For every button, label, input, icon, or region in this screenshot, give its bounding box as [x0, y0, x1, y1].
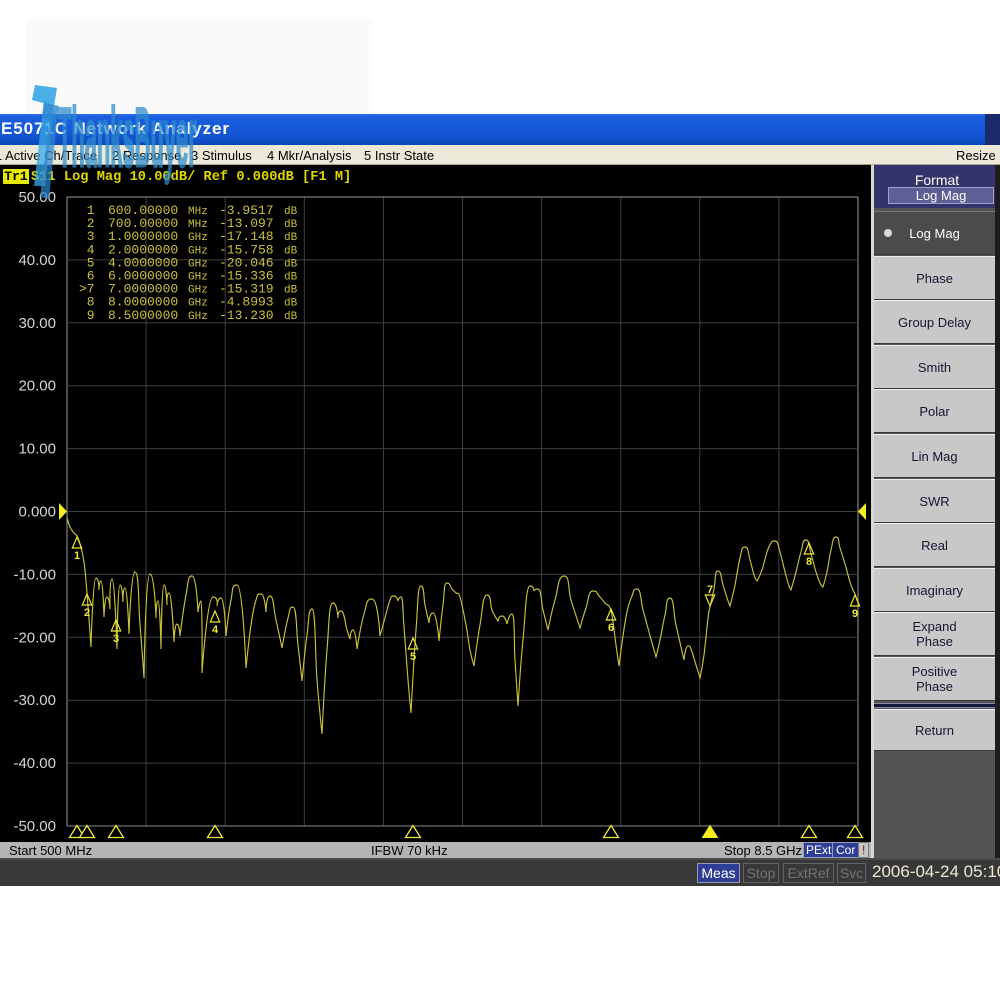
svg-text:GHz: GHz — [188, 298, 208, 310]
svg-text:1: 1 — [74, 550, 80, 562]
svg-text:GHz: GHz — [188, 311, 208, 323]
svg-text:dB: dB — [284, 219, 298, 231]
svg-text:10.00: 10.00 — [18, 441, 56, 458]
svg-text:-20.00: -20.00 — [13, 629, 56, 646]
svg-text:GHz: GHz — [188, 285, 208, 297]
svg-text:30.00: 30.00 — [18, 315, 56, 332]
svg-text:2: 2 — [84, 607, 90, 619]
svg-text:9: 9 — [79, 308, 95, 323]
svg-text:MHz: MHz — [188, 206, 208, 218]
svg-text:GHz: GHz — [188, 258, 208, 270]
svg-text:0.000: 0.000 — [18, 504, 56, 521]
svg-text:5: 5 — [410, 651, 416, 663]
svg-text:-40.00: -40.00 — [13, 755, 56, 772]
svg-text:dB: dB — [284, 258, 298, 270]
svg-text:3: 3 — [113, 633, 119, 645]
svg-text:-13.230: -13.230 — [219, 308, 274, 323]
svg-text:dB: dB — [284, 272, 298, 284]
svg-text:dB: dB — [284, 245, 298, 257]
svg-text:40.00: 40.00 — [18, 252, 56, 269]
svg-text:GHz: GHz — [188, 245, 208, 257]
svg-text:dB: dB — [284, 311, 298, 323]
svg-text:8: 8 — [806, 556, 812, 568]
svg-text:dB: dB — [284, 232, 298, 244]
svg-text:GHz: GHz — [188, 232, 208, 244]
svg-text:4: 4 — [212, 624, 219, 636]
svg-text:GHz: GHz — [188, 272, 208, 284]
svg-text:9: 9 — [852, 608, 858, 620]
svg-text:8.5000000: 8.5000000 — [108, 308, 178, 323]
svg-text:20.00: 20.00 — [18, 378, 56, 395]
svg-text:50.00: 50.00 — [18, 189, 56, 206]
svg-text:dB: dB — [284, 206, 298, 218]
svg-text:-30.00: -30.00 — [13, 692, 56, 709]
svg-text:dB: dB — [284, 285, 298, 297]
svg-text:-10.00: -10.00 — [13, 566, 56, 583]
svg-text:dB: dB — [284, 298, 298, 310]
svg-text:-50.00: -50.00 — [13, 818, 56, 835]
svg-text:MHz: MHz — [188, 219, 208, 231]
svg-text:7: 7 — [707, 584, 713, 596]
svg-text:6: 6 — [608, 622, 614, 634]
